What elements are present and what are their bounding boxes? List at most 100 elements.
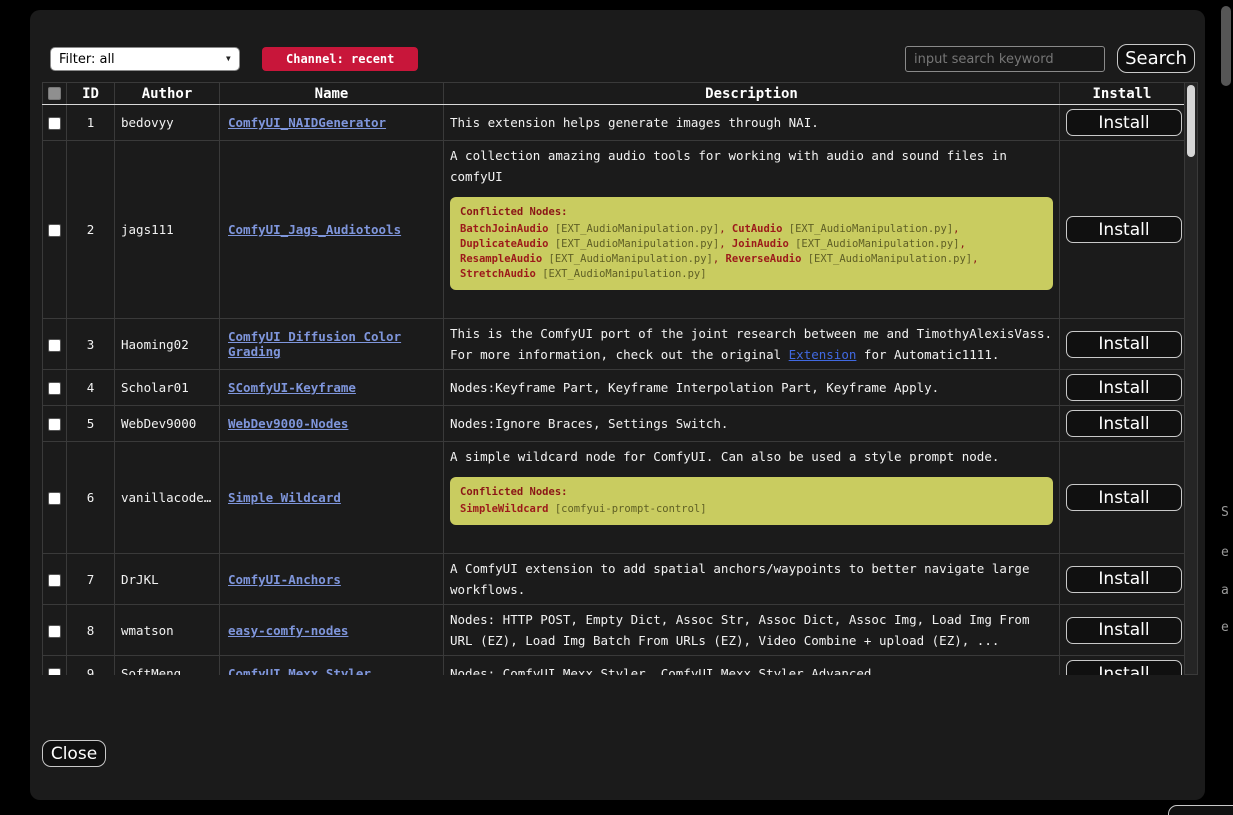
- description-link[interactable]: Extension: [789, 347, 857, 362]
- column-header-description: Description: [444, 83, 1060, 105]
- table-scrollbar[interactable]: [1184, 82, 1198, 675]
- search-input[interactable]: [905, 46, 1105, 72]
- description-text: A ComfyUI extension to add spatial ancho…: [450, 558, 1053, 600]
- row-checkbox[interactable]: [48, 382, 61, 395]
- row-name: SComfyUI-Keyframe: [220, 370, 444, 406]
- row-description: A simple wildcard node for ComfyUI. Can …: [444, 442, 1060, 554]
- row-select-cell: [43, 656, 67, 676]
- row-name: ComfyUI Diffusion Color Grading: [220, 319, 444, 370]
- node-name-link[interactable]: Simple Wildcard: [228, 490, 341, 505]
- conflicted-nodes-warning: Conflicted Nodes: BatchJoinAudio [EXT_Aud…: [450, 197, 1053, 290]
- row-name: ComfyUI_Jags_Audiotools: [220, 141, 444, 319]
- node-name-link[interactable]: ComfyUI Diffusion Color Grading: [228, 329, 401, 359]
- page-scrollbar-thumb[interactable]: [1221, 6, 1231, 86]
- table-zone: ID Author Name Description Install 1bedo…: [42, 82, 1198, 675]
- row-author: DrJKL: [115, 554, 220, 605]
- column-header-name: Name: [220, 83, 444, 105]
- filter-select[interactable]: Filter: all: [50, 47, 240, 71]
- row-select-cell: [43, 319, 67, 370]
- select-all-checkbox[interactable]: [48, 87, 61, 100]
- node-name-link[interactable]: SComfyUI-Keyframe: [228, 380, 356, 395]
- background-glyph: S: [1221, 505, 1229, 520]
- conflicted-node-name: StretchAudio: [460, 268, 536, 280]
- description-text: Nodes: HTTP POST, Empty Dict, Assoc Str,…: [450, 609, 1053, 651]
- node-name-link[interactable]: ComfyUI-Anchors: [228, 572, 341, 587]
- row-description: Nodes: HTTP POST, Empty Dict, Assoc Str,…: [444, 605, 1060, 656]
- row-select-cell: [43, 605, 67, 656]
- node-name-link[interactable]: easy-comfy-nodes: [228, 623, 348, 638]
- description-text: This is the ComfyUI port of the joint re…: [450, 323, 1053, 365]
- row-id: 8: [67, 605, 115, 656]
- conflicted-node-extension: [EXT_AudioManipulation.py]: [795, 238, 959, 250]
- row-checkbox[interactable]: [48, 574, 61, 587]
- node-name-link[interactable]: WebDev9000-Nodes: [228, 416, 348, 431]
- table-header-row: ID Author Name Description Install: [43, 83, 1185, 105]
- conflicted-node-name: CutAudio: [732, 223, 783, 235]
- column-header-id: ID: [67, 83, 115, 105]
- conflicted-nodes-list: SimpleWildcard [comfyui-prompt-control]: [460, 502, 1043, 517]
- search-button[interactable]: Search: [1117, 44, 1195, 73]
- background-glyph: e: [1221, 620, 1229, 635]
- row-install-cell: Install: [1060, 141, 1185, 319]
- table-row: 3Haoming02ComfyUI Diffusion Color Gradin…: [43, 319, 1185, 370]
- clipped-corner-button[interactable]: [1168, 805, 1233, 815]
- conflicted-node-extension: [EXT_AudioManipulation.py]: [542, 268, 706, 280]
- row-description: Nodes: ComfyUI Mexx Styler, ComfyUI Mexx…: [444, 656, 1060, 676]
- install-button[interactable]: Install: [1066, 484, 1182, 511]
- row-name: WebDev9000-Nodes: [220, 406, 444, 442]
- table-scrollbar-thumb[interactable]: [1187, 85, 1195, 157]
- row-name: ComfyUI_NAIDGenerator: [220, 105, 444, 141]
- row-name: ComfyUI-Anchors: [220, 554, 444, 605]
- row-install-cell: Install: [1060, 319, 1185, 370]
- install-button[interactable]: Install: [1066, 566, 1182, 593]
- install-button[interactable]: Install: [1066, 660, 1182, 675]
- row-checkbox[interactable]: [48, 418, 61, 431]
- row-select-cell: [43, 554, 67, 605]
- row-checkbox[interactable]: [48, 492, 61, 505]
- row-checkbox[interactable]: [48, 339, 61, 352]
- row-checkbox[interactable]: [48, 668, 61, 675]
- row-id: 3: [67, 319, 115, 370]
- background-glyph: e: [1221, 545, 1229, 560]
- page-background: Filter: all ▾ Channel: recent Search ID: [0, 0, 1233, 815]
- conflicted-node-extension: [EXT_AudioManipulation.py]: [555, 223, 719, 235]
- row-install-cell: Install: [1060, 105, 1185, 141]
- row-id: 5: [67, 406, 115, 442]
- conflicted-nodes-warning: Conflicted Nodes:SimpleWildcard [comfyui…: [450, 477, 1053, 525]
- row-id: 6: [67, 442, 115, 554]
- conflicted-node-extension: [EXT_AudioManipulation.py]: [549, 253, 713, 265]
- row-checkbox[interactable]: [48, 625, 61, 638]
- install-button[interactable]: Install: [1066, 216, 1182, 243]
- node-name-link[interactable]: ComfyUI_Jags_Audiotools: [228, 222, 401, 237]
- row-name: Simple Wildcard: [220, 442, 444, 554]
- install-button[interactable]: Install: [1066, 109, 1182, 136]
- conflicted-nodes-title: Conflicted Nodes:: [460, 205, 1043, 220]
- row-install-cell: Install: [1060, 656, 1185, 676]
- node-name-link[interactable]: ComfyUI_NAIDGenerator: [228, 115, 386, 130]
- row-install-cell: Install: [1060, 605, 1185, 656]
- description-text: This extension helps generate images thr…: [450, 112, 1053, 133]
- row-select-cell: [43, 105, 67, 141]
- install-button[interactable]: Install: [1066, 617, 1182, 644]
- install-button[interactable]: Install: [1066, 410, 1182, 437]
- node-name-link[interactable]: ComfyUI_Mexx_Styler: [228, 666, 371, 675]
- row-author: jags111: [115, 141, 220, 319]
- row-description: A collection amazing audio tools for wor…: [444, 141, 1060, 319]
- install-button[interactable]: Install: [1066, 374, 1182, 401]
- row-select-cell: [43, 442, 67, 554]
- row-id: 9: [67, 656, 115, 676]
- row-id: 7: [67, 554, 115, 605]
- close-button[interactable]: Close: [42, 740, 106, 767]
- conflicted-nodes-list: BatchJoinAudio [EXT_AudioManipulation.py…: [460, 222, 1043, 282]
- description-text: Nodes:Ignore Braces, Settings Switch.: [450, 413, 1053, 434]
- install-button[interactable]: Install: [1066, 331, 1182, 358]
- row-install-cell: Install: [1060, 554, 1185, 605]
- row-install-cell: Install: [1060, 370, 1185, 406]
- description-text: Nodes:Keyframe Part, Keyframe Interpolat…: [450, 377, 1053, 398]
- filter-select-wrap: Filter: all ▾: [50, 47, 240, 71]
- row-install-cell: Install: [1060, 442, 1185, 554]
- row-id: 2: [67, 141, 115, 319]
- row-author: vanillacode…: [115, 442, 220, 554]
- row-checkbox[interactable]: [48, 117, 61, 130]
- row-checkbox[interactable]: [48, 224, 61, 237]
